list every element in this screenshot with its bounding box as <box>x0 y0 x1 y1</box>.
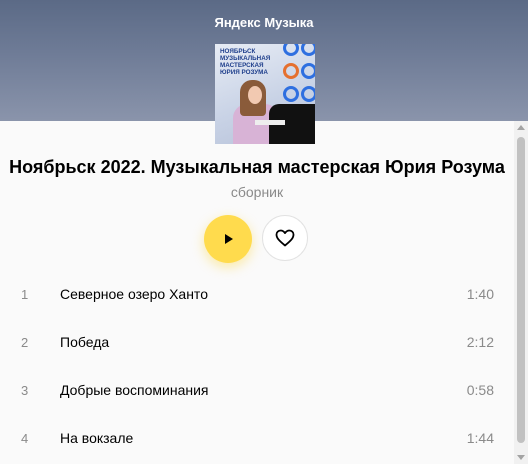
play-icon <box>225 234 233 244</box>
track-duration: 2:12 <box>466 334 494 350</box>
cover-figure-face <box>248 86 262 104</box>
cover-ring-icon <box>301 86 315 102</box>
play-button[interactable] <box>204 215 252 263</box>
track-row[interactable]: 3 Добрые воспоминания 0:58 <box>0 366 514 414</box>
cover-ring-icon <box>283 63 299 79</box>
album-cover[interactable]: НОЯБРЬСК МУЗЫКАЛЬНАЯ МАСТЕРСКАЯ ЮРИЯ РОЗ… <box>215 44 315 144</box>
cover-piano-keys <box>255 120 285 125</box>
album-subtitle: сборник <box>230 184 284 200</box>
like-button[interactable] <box>262 215 308 261</box>
scroll-up-arrow-icon[interactable] <box>514 121 528 135</box>
cover-ring-icon <box>301 44 315 56</box>
track-list: 1 Северное озеро Ханто 1:40 2 Победа 2:1… <box>0 270 514 462</box>
track-row[interactable]: 2 Победа 2:12 <box>0 318 514 366</box>
track-row[interactable]: 4 На вокзале 1:44 <box>0 414 514 462</box>
track-duration: 0:58 <box>466 382 494 398</box>
scrollbar-thumb[interactable] <box>517 137 525 443</box>
track-row[interactable]: 1 Северное озеро Ханто 1:40 <box>0 270 514 318</box>
album-panel: Ноябрьск 2022. Музыкальная мастерская Юр… <box>0 121 514 464</box>
track-title[interactable]: На вокзале <box>60 430 133 446</box>
cover-ring-icon <box>283 86 299 102</box>
track-number: 1 <box>21 287 29 302</box>
track-title[interactable]: Добрые воспоминания <box>60 382 209 398</box>
heart-icon <box>275 229 295 247</box>
cover-text: НОЯБРЬСК МУЗЫКАЛЬНАЯ МАСТЕРСКАЯ ЮРИЯ РОЗ… <box>220 48 271 76</box>
album-title[interactable]: Ноябрьск 2022. Музыкальная мастерская Юр… <box>0 157 514 178</box>
track-title[interactable]: Северное озеро Ханто <box>60 286 208 302</box>
app-title[interactable]: Яндекс Музыка <box>0 15 528 30</box>
scrollbar[interactable] <box>514 121 528 464</box>
track-number: 3 <box>21 383 29 398</box>
scroll-down-arrow-icon[interactable] <box>514 450 528 464</box>
track-number: 2 <box>21 335 29 350</box>
track-number: 4 <box>21 431 29 446</box>
track-duration: 1:40 <box>466 286 494 302</box>
track-title[interactable]: Победа <box>60 334 109 350</box>
music-widget: Яндекс Музыка НОЯБРЬСК МУЗЫКАЛЬНАЯ МАСТЕ… <box>0 0 528 464</box>
cover-ring-icon <box>301 63 315 79</box>
track-duration: 1:44 <box>466 430 494 446</box>
